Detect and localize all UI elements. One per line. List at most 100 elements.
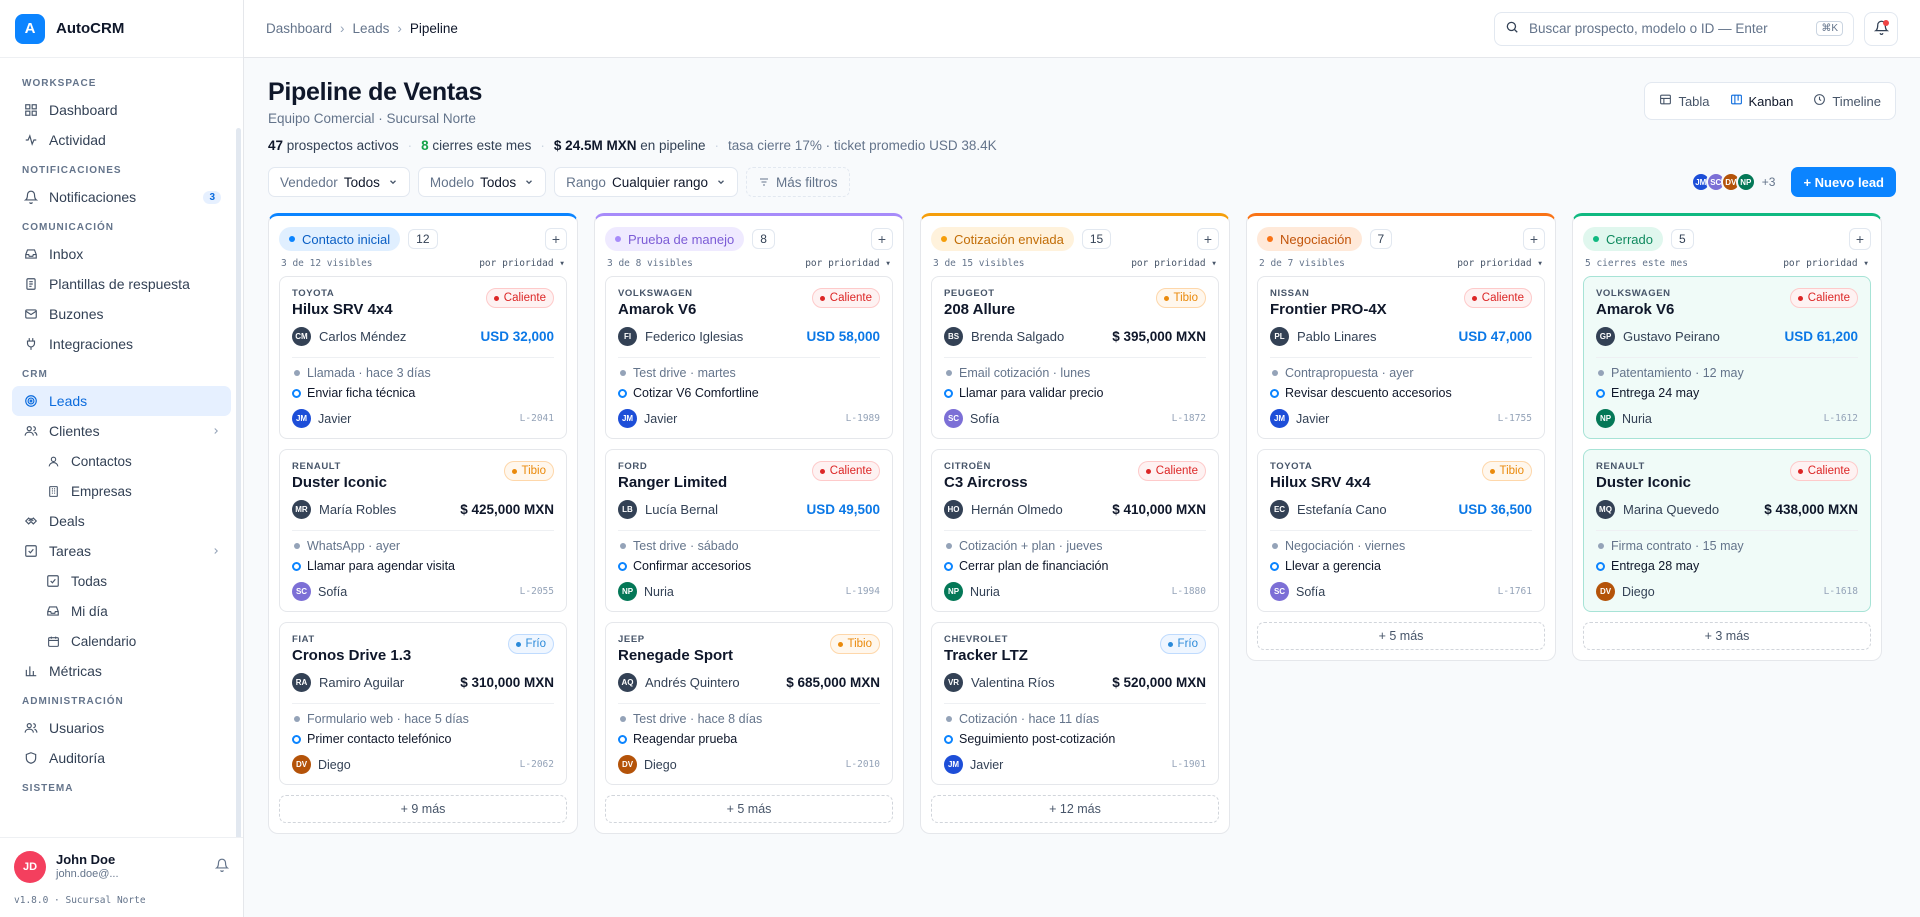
- grid-icon: [22, 101, 40, 119]
- next-action: Confirmar accesorios: [618, 559, 880, 573]
- sidebar-item-leads[interactable]: Leads: [12, 386, 231, 416]
- add-card-button[interactable]: +: [1849, 228, 1871, 250]
- show-more-button[interactable]: + 3 más: [1583, 622, 1871, 650]
- deal-price: $ 395,000 MXN: [1112, 329, 1206, 344]
- sidebar-item-label: Mi día: [71, 603, 108, 619]
- sidebar-item-auditoria[interactable]: Auditoría: [12, 743, 231, 773]
- add-card-button[interactable]: +: [1523, 228, 1545, 250]
- lead-card[interactable]: FORD Ranger Limited Caliente LB Lucía Be…: [605, 449, 893, 612]
- last-activity: Negociación · viernes: [1270, 539, 1532, 553]
- lead-card[interactable]: CHEVROLET Tracker LTZ Frío VR Valentina …: [931, 622, 1219, 785]
- closed-label: cierres este mes: [432, 138, 532, 153]
- lead-id: L-1755: [1497, 413, 1532, 424]
- sidebar-item-actividad[interactable]: Actividad: [12, 125, 231, 155]
- brand[interactable]: A AutoCRM: [0, 0, 243, 58]
- stage-count: 7: [1369, 229, 1393, 249]
- pipeline-label: en pipeline: [640, 138, 706, 153]
- lead-card[interactable]: RENAULT Duster Iconic Tibio MR María Rob…: [279, 449, 567, 612]
- temperature-badge: Tibio: [829, 634, 880, 654]
- add-card-button[interactable]: +: [871, 228, 893, 250]
- sidebar-scrollbar[interactable]: [236, 128, 241, 837]
- deal-price: USD 49,500: [806, 502, 880, 517]
- sidebar-item-todas[interactable]: Todas: [12, 566, 231, 596]
- add-card-button[interactable]: +: [545, 228, 567, 250]
- sidebar-item-clientes[interactable]: Clientes: [12, 416, 231, 446]
- search-input[interactable]: Buscar prospecto, modelo o ID — Enter ⌘K: [1494, 11, 1854, 46]
- lead-card[interactable]: VOLKSWAGEN Amarok V6 Caliente GP Gustavo…: [1583, 276, 1871, 439]
- show-more-button[interactable]: + 12 más: [931, 795, 1219, 823]
- sidebar-item-calendario[interactable]: Calendario: [12, 626, 231, 656]
- avatar: BS: [944, 327, 963, 346]
- view-table-button[interactable]: Tabla: [1649, 87, 1719, 115]
- lead-card[interactable]: TOYOTA Hilux SRV 4x4 Caliente CM Carlos …: [279, 276, 567, 439]
- team-avatars[interactable]: JM SC DV NP +3: [1690, 172, 1775, 192]
- user-profile[interactable]: JD John Doe john.doe@...: [0, 837, 243, 895]
- next-action: Entrega 28 may: [1596, 559, 1858, 573]
- sidebar-item-buzones[interactable]: Buzones: [12, 299, 231, 329]
- sidebar-item-integraciones[interactable]: Integraciones: [12, 329, 231, 359]
- filter-modelo[interactable]: Modelo Todos: [417, 167, 547, 197]
- sidebar-item-mi-dia[interactable]: Mi día: [12, 596, 231, 626]
- sidebar-item-label: Plantillas de respuesta: [49, 276, 190, 292]
- sort-dropdown[interactable]: por prioridad ▾: [1457, 258, 1543, 269]
- add-card-button[interactable]: +: [1197, 228, 1219, 250]
- filter-vendedor[interactable]: Vendedor Todos: [268, 167, 410, 197]
- show-more-button[interactable]: + 5 más: [1257, 622, 1545, 650]
- view-kanban-button[interactable]: Kanban: [1720, 87, 1804, 115]
- sidebar-item-label: Deals: [49, 513, 85, 529]
- sidebar-item-metricas[interactable]: Métricas: [12, 656, 231, 686]
- sort-dropdown[interactable]: por prioridad ▾: [479, 258, 565, 269]
- sort-dropdown[interactable]: por prioridad ▾: [1131, 258, 1217, 269]
- sidebar-item-label: Empresas: [71, 483, 132, 499]
- owner-name: Javier: [970, 757, 1004, 772]
- lead-card[interactable]: RENAULT Duster Iconic Caliente MQ Marina…: [1583, 449, 1871, 612]
- sidebar-item-notificaciones[interactable]: Notificaciones 3: [12, 182, 231, 212]
- sort-dropdown[interactable]: por prioridad ▾: [805, 258, 891, 269]
- search-shortcut: ⌘K: [1816, 21, 1843, 36]
- breadcrumb-dashboard[interactable]: Dashboard: [266, 21, 332, 36]
- lead-card[interactable]: CITROËN C3 Aircross Caliente HO Hernán O…: [931, 449, 1219, 612]
- temperature-badge: Tibio: [503, 461, 554, 481]
- sidebar-item-inbox[interactable]: Inbox: [12, 239, 231, 269]
- sidebar-item-contactos[interactable]: Contactos: [12, 446, 231, 476]
- show-more-button[interactable]: + 5 más: [605, 795, 893, 823]
- breadcrumb-leads[interactable]: Leads: [353, 21, 390, 36]
- vehicle-model: Hilux SRV 4x4: [1270, 474, 1371, 491]
- next-action: Llamar para validar precio: [944, 386, 1206, 400]
- lead-card[interactable]: FIAT Cronos Drive 1.3 Frío RA Ramiro Agu…: [279, 622, 567, 785]
- vehicle-brand: JEEP: [618, 634, 645, 645]
- sidebar-item-empresas[interactable]: Empresas: [12, 476, 231, 506]
- activity-icon: [22, 131, 40, 149]
- show-more-button[interactable]: + 9 más: [279, 795, 567, 823]
- filter-rango[interactable]: Rango Cualquier rango: [554, 167, 739, 197]
- sidebar-item-deals[interactable]: Deals: [12, 506, 231, 536]
- bell-icon[interactable]: [214, 858, 230, 875]
- lead-card[interactable]: TOYOTA Hilux SRV 4x4 Tibio EC Estefanía …: [1257, 449, 1545, 612]
- stage-count: 15: [1081, 229, 1112, 249]
- next-action: Primer contacto telefónico: [292, 732, 554, 746]
- lead-card[interactable]: JEEP Renegade Sport Tibio AQ Andrés Quin…: [605, 622, 893, 785]
- sort-dropdown[interactable]: por prioridad ▾: [1783, 258, 1869, 269]
- owner-avatar: JM: [292, 409, 311, 428]
- lead-card[interactable]: VOLKSWAGEN Amarok V6 Caliente FI Federic…: [605, 276, 893, 439]
- view-timeline-button[interactable]: Timeline: [1803, 87, 1891, 115]
- notifications-button[interactable]: [1864, 11, 1898, 46]
- calendar-icon: [44, 632, 62, 650]
- temperature-badge: Caliente: [1789, 461, 1858, 481]
- sidebar-item-usuarios[interactable]: Usuarios: [12, 713, 231, 743]
- new-lead-button[interactable]: + Nuevo lead: [1791, 167, 1896, 197]
- avatar: PL: [1270, 327, 1289, 346]
- lead-card[interactable]: NISSAN Frontier PRO-4X Caliente PL Pablo…: [1257, 276, 1545, 439]
- owner-avatar: SC: [944, 409, 963, 428]
- sidebar-item-label: Calendario: [71, 633, 137, 649]
- deal-price: $ 410,000 MXN: [1112, 502, 1206, 517]
- avatar: MQ: [1596, 500, 1615, 519]
- more-filters-button[interactable]: Más filtros: [746, 167, 850, 197]
- lead-card[interactable]: PEUGEOT 208 Allure Tibio BS Brenda Salga…: [931, 276, 1219, 439]
- contact-name: Federico Iglesias: [645, 329, 744, 344]
- sidebar-item-dashboard[interactable]: Dashboard: [12, 95, 231, 125]
- sidebar-item-plantillas-de-respuesta[interactable]: Plantillas de respuesta: [12, 269, 231, 299]
- owner-avatar: DV: [292, 755, 311, 774]
- sidebar-item-tareas[interactable]: Tareas: [12, 536, 231, 566]
- deal-price: USD 36,500: [1458, 502, 1532, 517]
